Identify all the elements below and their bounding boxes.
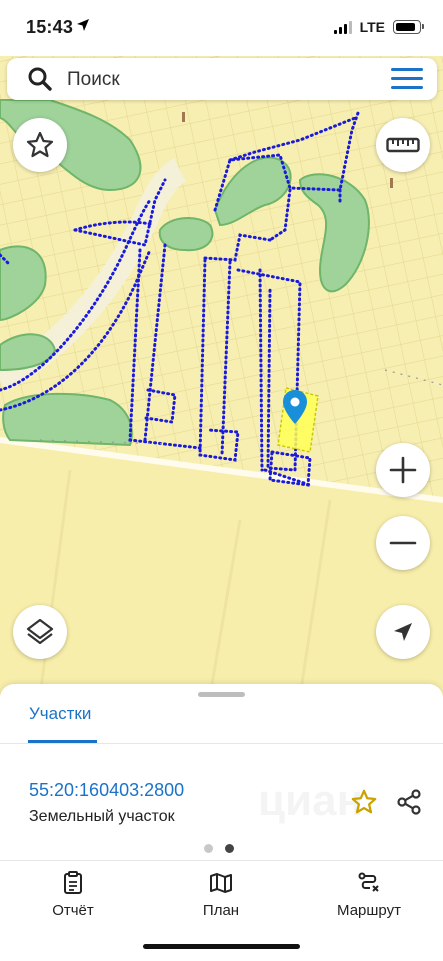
location-arrow-icon	[394, 623, 412, 641]
status-time: 15:43	[26, 17, 74, 37]
zoom-out-button[interactable]	[376, 516, 430, 570]
layers-button[interactable]	[13, 605, 67, 659]
nav-plan[interactable]: План	[166, 871, 276, 919]
tab-parcels[interactable]: Участки	[29, 704, 91, 724]
share-icon[interactable]	[395, 788, 423, 816]
route-icon	[358, 872, 379, 892]
battery-icon	[393, 20, 424, 34]
parcels-sheet: Участки циан 55:20:160403:2800 Земельный…	[0, 684, 443, 860]
sheet-handle[interactable]	[198, 692, 245, 697]
pagination-dot[interactable]	[204, 844, 213, 853]
parcel-pin-icon[interactable]	[282, 389, 308, 425]
tab-divider	[0, 743, 443, 744]
nav-report[interactable]: Отчёт	[18, 871, 128, 919]
star-icon	[26, 131, 54, 158]
parcel-type: Земельный участок	[29, 808, 175, 825]
search-icon[interactable]	[27, 66, 53, 92]
nav-route-label: Маршрут	[337, 902, 401, 919]
ruler-icon	[386, 137, 420, 153]
favorite-star-icon[interactable]	[350, 788, 378, 816]
nav-route[interactable]: Маршрут	[314, 871, 424, 919]
zoom-out-icon	[389, 541, 417, 545]
my-location-button[interactable]	[376, 605, 430, 659]
status-bar: 15:43 LTE	[0, 0, 443, 56]
layers-icon	[26, 618, 54, 645]
parcel-cadastral-number[interactable]: 55:20:160403:2800	[29, 780, 184, 801]
zoom-in-icon	[389, 456, 417, 484]
report-icon	[64, 871, 82, 894]
location-services-icon	[77, 19, 89, 31]
map-plan-icon	[210, 873, 232, 893]
search-input[interactable]	[65, 64, 369, 96]
menu-icon[interactable]	[391, 68, 423, 90]
pagination-dots	[204, 844, 234, 853]
nav-plan-label: План	[202, 902, 240, 919]
search-bar	[7, 58, 437, 100]
signal-icon	[333, 20, 352, 34]
zoom-in-button[interactable]	[376, 443, 430, 497]
favorites-button[interactable]	[13, 118, 67, 172]
network-type: LTE	[359, 19, 385, 35]
ruler-button[interactable]	[376, 118, 430, 172]
home-indicator[interactable]	[143, 944, 300, 949]
pagination-dot-active[interactable]	[225, 844, 234, 853]
watermark: циан	[258, 776, 363, 826]
nav-report-label: Отчёт	[52, 902, 94, 919]
